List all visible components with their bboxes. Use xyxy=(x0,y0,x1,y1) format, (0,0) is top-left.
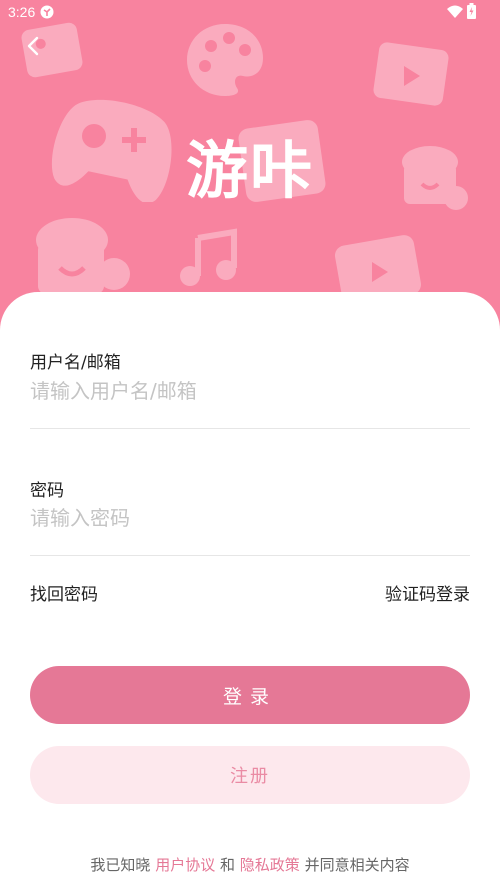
sms-login-link[interactable]: 验证码登录 xyxy=(385,580,470,605)
agreement-suffix: 并同意相关内容 xyxy=(304,856,410,874)
wifi-icon xyxy=(447,5,463,18)
username-divider xyxy=(30,428,470,429)
privacy-policy-link[interactable]: 隐私政策 xyxy=(240,856,300,874)
app-notification-icon xyxy=(40,5,54,19)
image-card-icon xyxy=(21,22,83,78)
agreement-text: 我已知晓 用户协议 和 隐私政策 并同意相关内容 xyxy=(0,854,500,875)
palette-icon xyxy=(187,24,263,96)
register-button[interactable]: 注册 xyxy=(30,746,470,804)
app-title: 游咔 xyxy=(185,134,314,207)
coffee-cup-icon xyxy=(36,218,130,294)
status-time: 3:26 xyxy=(8,4,36,20)
battery-icon xyxy=(467,3,476,19)
login-screen: 3:26 游咔 用户名/邮箱 请输入用户名/邮箱 密码 找回密码 验证码登录 登… xyxy=(0,0,500,889)
password-divider xyxy=(30,555,470,556)
login-card: 用户名/邮箱 密码 找回密码 验证码登录 登录 注册 我已知晓 用户协议 和 隐… xyxy=(0,292,500,889)
agreement-and: 和 xyxy=(219,856,235,874)
music-note-icon xyxy=(180,228,237,286)
password-label: 密码 xyxy=(30,481,64,501)
forgot-password-link[interactable]: 找回密码 xyxy=(30,580,98,605)
user-agreement-link[interactable]: 用户协议 xyxy=(155,856,215,874)
video-card-icon xyxy=(373,42,449,106)
agreement-prefix: 我已知晓 xyxy=(90,856,151,874)
login-button[interactable]: 登录 xyxy=(30,666,470,724)
username-input[interactable] xyxy=(30,374,470,408)
password-input[interactable] xyxy=(30,501,470,535)
username-label: 用户名/邮箱 xyxy=(30,353,121,373)
